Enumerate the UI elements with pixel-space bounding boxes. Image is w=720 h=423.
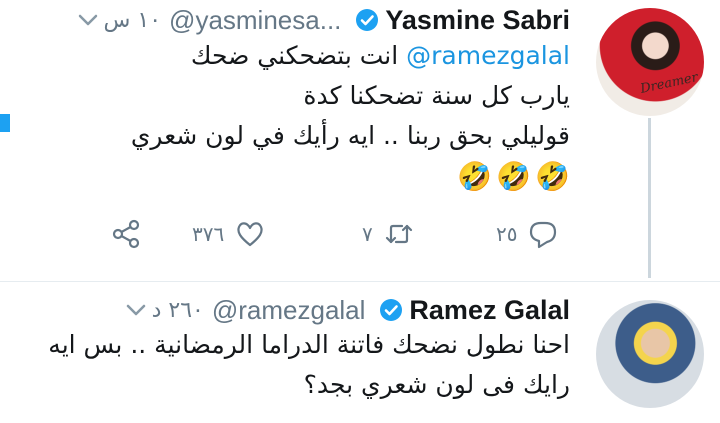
tweet-header: ٢٦٠ د @ramezgalal Ramez Galal: [126, 295, 570, 326]
reply-count: ٢٥: [496, 222, 518, 246]
like-count: ٣٧٦: [192, 222, 225, 246]
chevron-down-icon[interactable]: [126, 303, 146, 317]
tweet-line: قوليلي بحق ربنا .. ايه رأيك في لون شعري: [130, 121, 570, 150]
reply-button[interactable]: ٢٥: [496, 216, 559, 252]
mention-link[interactable]: @ramezgalal: [406, 41, 570, 70]
verified-badge-icon: [356, 9, 379, 31]
share-button[interactable]: [110, 216, 142, 252]
user-handle[interactable]: @yasminesa...: [169, 5, 341, 36]
avatar-cover-text: Dreamer: [639, 70, 700, 97]
display-name[interactable]: Yasmine Sabri: [385, 5, 570, 36]
laughing-emoji: 🤣: [535, 160, 570, 193]
heart-icon: [237, 222, 263, 247]
retweet-button[interactable]: ٧: [362, 216, 415, 252]
avatar[interactable]: Dreamer: [596, 8, 704, 116]
tweet-line: يارب كل سنة تضحكنا كدة: [303, 81, 570, 110]
display-name[interactable]: Ramez Galal: [409, 295, 570, 326]
laughing-emoji: 🤣: [496, 160, 532, 193]
tweet-text: @ramezgalal انت بتضحكني ضحك يارب كل سنة …: [10, 36, 570, 196]
tweet-yasmine[interactable]: Dreamer ١٠ س @yasminesa... Yasmine Sabri…: [0, 0, 720, 282]
tweet-line: رايك فى لون شعري بجد؟: [303, 370, 570, 399]
reply-icon: [530, 221, 557, 249]
tweet-timestamp[interactable]: ١٠ س: [104, 8, 162, 33]
tweet-header: ١٠ س @yasminesa... Yasmine Sabri: [78, 5, 570, 36]
retweet-count: ٧: [362, 222, 373, 246]
retweet-icon: [385, 224, 412, 244]
chevron-down-icon[interactable]: [78, 13, 98, 27]
verified-badge-icon: [380, 299, 403, 321]
tweet-actions: ٣٧٦ ٧ ٢٥: [100, 216, 580, 252]
like-button[interactable]: ٣٧٦: [192, 216, 266, 252]
share-icon: [112, 219, 140, 249]
tweet-line: احنا نطول نضحك فاتنة الدراما الرمضانية .…: [48, 330, 570, 359]
avatar[interactable]: [596, 300, 704, 408]
emoji-row: 🤣 🤣 🤣: [10, 158, 570, 196]
tweet-text: احنا نطول نضحك فاتنة الدراما الرمضانية .…: [10, 325, 570, 405]
laughing-emoji: 🤣: [457, 160, 493, 193]
tweet-line-text: انت بتضحكني ضحك: [190, 41, 399, 70]
tweet-timestamp[interactable]: ٢٦٠ د: [152, 298, 204, 323]
thread-line: [648, 118, 651, 278]
tweet-line: @ramezgalal انت بتضحكني ضحك: [10, 36, 570, 76]
user-handle[interactable]: @ramezgalal: [212, 295, 366, 326]
